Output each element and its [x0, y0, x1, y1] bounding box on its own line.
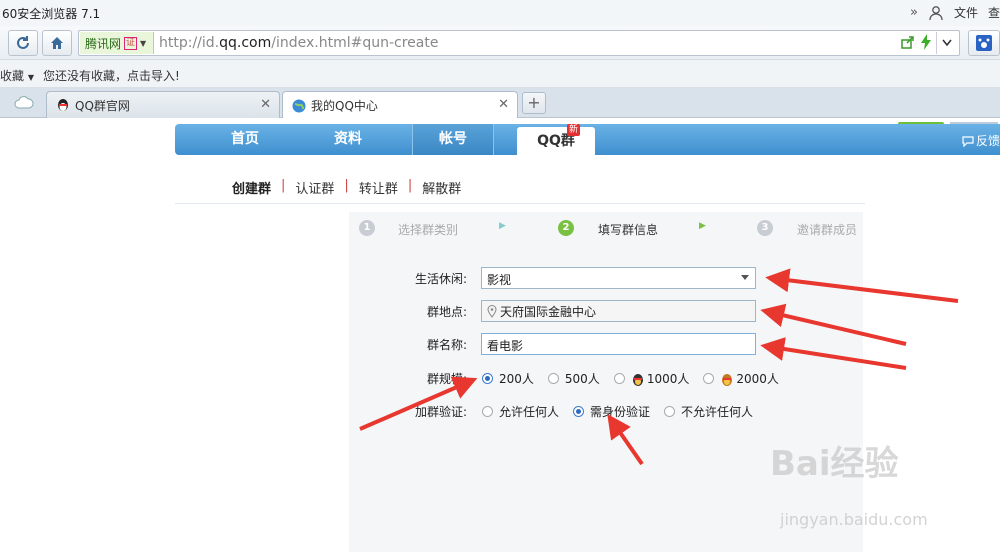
chevron-down-icon	[741, 275, 749, 280]
subnav-divider	[175, 203, 865, 204]
step-arrow-icon: ▶	[699, 221, 706, 231]
site-name: 腾讯网	[85, 36, 122, 51]
radio[interactable]	[482, 406, 493, 417]
url-text[interactable]: http://id.qq.com/index.html#qun-create	[159, 35, 438, 51]
tab-qq-group[interactable]: QQ群官网 ✕	[46, 91, 280, 118]
tab-label: QQ群官网	[75, 98, 130, 113]
share-icon[interactable]	[900, 34, 916, 53]
penguin-svip-icon	[722, 373, 733, 386]
title-right-menu: » 文件 查	[910, 4, 1000, 21]
lightning-icon[interactable]	[920, 33, 932, 53]
step-number: 2	[558, 220, 574, 236]
subnav-verify-group[interactable]: 认证群	[295, 178, 334, 197]
join-verify-options: 允许任何人 需身份验证 不允许任何人	[482, 403, 767, 420]
category-select[interactable]: 影视	[481, 267, 756, 289]
refresh-icon	[17, 36, 29, 49]
radio[interactable]	[547, 373, 559, 384]
chevron-down-icon: ▼	[140, 38, 147, 48]
radio-selected[interactable]	[573, 406, 585, 417]
step-arrow-icon: ▶	[499, 221, 506, 231]
subnav-dissolve-group[interactable]: 解散群	[422, 178, 461, 197]
chat-bubble-icon	[962, 135, 974, 147]
step-number: 1	[359, 220, 375, 236]
menu-profile[interactable]: 资料	[308, 124, 388, 155]
address-bar[interactable]: 腾讯网 证 ▼ http://id.qq.com/index.html#qun-…	[78, 30, 960, 56]
size-option-200[interactable]: 200人	[482, 370, 534, 387]
menu-account[interactable]: 帐号	[412, 124, 494, 155]
home-button[interactable]	[42, 30, 72, 56]
cloud-icon[interactable]	[14, 95, 34, 112]
group-size-options: 200人 500人 1000人 2000人	[482, 370, 793, 387]
subnav-separator: |	[407, 178, 413, 193]
group-name-label: 群名称:	[426, 338, 467, 352]
menu-qq-group[interactable]: QQ群	[517, 127, 595, 155]
page-content: 首页 资料 帐号 QQ群 新 反馈 创建群 | 认证群 | 转让群 | 解散群 …	[0, 118, 1000, 552]
size-option-2000[interactable]: 2000人	[703, 370, 779, 387]
subnav-separator: |	[281, 178, 286, 193]
sub-navigation: 创建群 | 认证群 | 转让群 | 解散群	[232, 178, 461, 197]
radio[interactable]	[664, 406, 676, 417]
penguin-vip-icon	[632, 373, 643, 386]
verify-option-anyone[interactable]: 允许任何人	[482, 403, 559, 420]
chevron-down-icon	[941, 39, 952, 47]
verify-option-nobody[interactable]: 不允许任何人	[664, 403, 753, 420]
address-dropdown-button[interactable]	[936, 32, 956, 54]
join-verify-label: 加群验证:	[414, 405, 467, 419]
radio-selected[interactable]	[482, 373, 493, 384]
create-group-panel: 1 选择群类别 ▶ 2 填写群信息 ▶ 3 邀请群成员 生活休闲: 影视 群地点…	[349, 212, 863, 552]
refresh-button[interactable]	[8, 30, 38, 56]
close-icon[interactable]: ✕	[498, 97, 509, 112]
globe-icon	[292, 99, 306, 112]
certificate-icon: 证	[124, 36, 138, 50]
new-badge: 新	[567, 124, 581, 136]
subnav-transfer-group[interactable]: 转让群	[359, 178, 398, 197]
subnav-separator: |	[344, 178, 349, 193]
menu-home[interactable]: 首页	[205, 124, 285, 155]
feedback-link[interactable]: 反馈	[962, 132, 1000, 149]
tab-my-qq-center[interactable]: 我的QQ中心 ✕	[282, 91, 518, 119]
paw-extension-button[interactable]	[968, 30, 1000, 56]
bookmarks-import-hint[interactable]: 您还没有收藏，点击导入!	[43, 67, 180, 84]
radio[interactable]	[703, 373, 715, 384]
step-label: 选择群类别	[398, 223, 459, 237]
qq-penguin-icon	[58, 99, 68, 111]
tab-label: 我的QQ中心	[311, 99, 378, 113]
radio[interactable]	[613, 373, 625, 384]
size-option-1000[interactable]: 1000人	[613, 370, 689, 387]
address-actions	[900, 31, 959, 55]
location-pin-icon	[487, 304, 497, 318]
bookmarks-menu[interactable]: 收藏 ▼	[0, 67, 34, 84]
new-tab-button[interactable]: +	[522, 92, 546, 114]
group-name-input[interactable]: 看电影	[481, 333, 756, 355]
subnav-create-group[interactable]: 创建群	[232, 178, 271, 197]
window-title: 60安全浏览器 7.1	[2, 7, 101, 21]
location-label: 群地点:	[426, 305, 467, 319]
baidu-watermark-logo: Bai经验	[770, 444, 899, 484]
close-icon[interactable]: ✕	[260, 97, 271, 112]
category-label: 生活休闲:	[414, 272, 467, 286]
home-icon	[51, 37, 63, 49]
location-field[interactable]: 天府国际金融中心	[481, 300, 756, 322]
more-menu-button[interactable]: »	[910, 5, 918, 20]
file-menu[interactable]: 文件	[954, 4, 978, 21]
size-option-500[interactable]: 500人	[547, 370, 600, 387]
top-right-banner	[898, 117, 998, 127]
view-menu[interactable]: 查	[988, 4, 1000, 21]
step-indicator: 1 选择群类别 ▶ 2 填写群信息 ▶ 3 邀请群成员	[349, 212, 863, 242]
user-icon[interactable]	[928, 5, 944, 21]
baidu-watermark-url: jingyan.baidu.com	[780, 510, 928, 529]
step-label: 填写群信息	[598, 223, 659, 237]
group-size-label: 群规模:	[426, 372, 467, 386]
main-menu-bar: 首页 资料 帐号 QQ群 新 反馈	[175, 124, 1000, 155]
site-identity-badge[interactable]: 腾讯网 证 ▼	[80, 32, 154, 54]
tab-bar: QQ群官网 ✕ 我的QQ中心 ✕ +	[0, 88, 1000, 119]
step-label: 邀请群成员	[797, 223, 858, 237]
bookmarks-bar: 收藏 ▼ 您还没有收藏，点击导入!	[0, 60, 1000, 88]
step-number: 3	[757, 220, 773, 236]
title-bar: 60安全浏览器 7.1 » 文件 查	[0, 0, 1000, 26]
navigation-bar: 腾讯网 证 ▼ http://id.qq.com/index.html#qun-…	[0, 26, 1000, 60]
verify-option-identity[interactable]: 需身份验证	[573, 403, 650, 420]
paw-icon	[976, 35, 992, 51]
